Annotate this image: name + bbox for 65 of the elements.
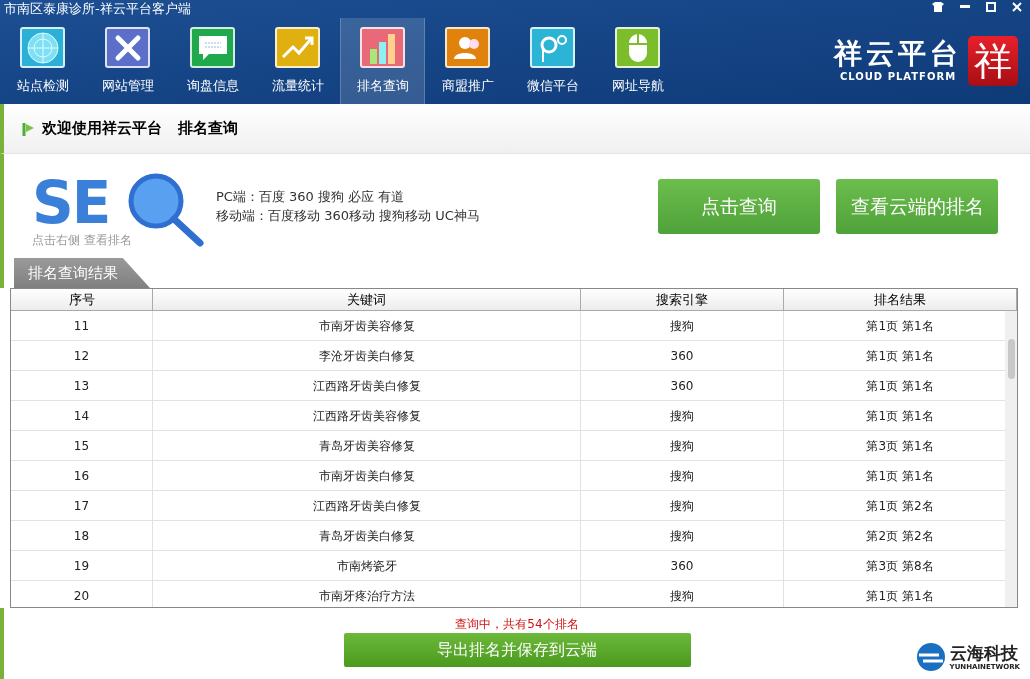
seo-logo: SE (32, 173, 110, 233)
table-cell: 市南牙疼治疗方法 (153, 581, 581, 607)
table-cell: 搜狗 (581, 311, 784, 340)
nav-tab[interactable]: 询盘信息 (170, 18, 255, 104)
table-cell: 14 (11, 401, 153, 430)
column-header[interactable]: 排名结果 (784, 289, 1017, 310)
engine-list-text: PC端：百度 360 搜狗 必应 有道 (216, 188, 406, 206)
table-cell: 市南牙齿美容修复 (153, 311, 581, 340)
nav-tab[interactable]: 网址导航 (595, 18, 680, 104)
column-header[interactable]: 序号 (11, 289, 153, 310)
minimize-icon[interactable] (960, 5, 970, 9)
table-cell: 20 (11, 581, 153, 607)
table-cell: 搜狗 (581, 521, 784, 550)
table-cell: 搜狗 (581, 491, 784, 520)
maximize-icon[interactable] (986, 2, 996, 12)
column-header[interactable]: 搜索引擎 (581, 289, 784, 310)
seo-caption: 点击右侧 查看排名 (32, 232, 132, 249)
globe-logo-icon (914, 641, 947, 673)
column-header[interactable]: 关键词 (153, 289, 581, 310)
table-cell: 15 (11, 431, 153, 460)
nav-tab[interactable]: 商盟推广 (425, 18, 510, 104)
breadcrumb-text: 欢迎使用祥云平台 (42, 118, 162, 140)
window-title: 市南区泰康诊所-祥云平台客户端 (4, 0, 191, 18)
scrollbar[interactable] (1005, 311, 1017, 607)
table-cell: 江西路牙齿美容修复 (153, 401, 581, 430)
flag-icon (22, 121, 36, 136)
table-cell: 江西路牙齿美白修复 (153, 371, 581, 400)
close-icon[interactable] (1012, 2, 1022, 12)
engine-list-text: 移动端：百度移动 360移动 搜狗移动 UC神马 (216, 207, 480, 225)
table-cell: 19 (11, 551, 153, 580)
nav-tab[interactable]: 排名查询 (340, 18, 425, 104)
mouse-icon (626, 31, 649, 64)
table-cell: 李沧牙齿美白修复 (153, 341, 581, 370)
trend-line-icon (280, 34, 315, 61)
table-cell: 市南烤瓷牙 (153, 551, 581, 580)
table-cell: 搜狗 (581, 461, 784, 490)
nav-tab[interactable]: 流量统计 (255, 18, 340, 104)
brand-mark: 祥 (968, 36, 1018, 86)
status-text: 查询中，共有54个排名 (455, 616, 579, 632)
table-cell: 江西路牙齿美白修复 (153, 491, 581, 520)
scrollbar-thumb[interactable] (1008, 339, 1015, 379)
brand-subtitle: CLOUD PLATFORM (839, 69, 957, 84)
table-cell: 12 (11, 341, 153, 370)
table-cell: 青岛牙齿美容修复 (153, 431, 581, 460)
chat-bubble-icon (196, 33, 229, 62)
table-cell: 360 (581, 551, 784, 580)
table-cell: 16 (11, 461, 153, 490)
breadcrumb-text: 排名查询 (178, 118, 238, 140)
table-cell: 360 (581, 341, 784, 370)
table-cell: 搜狗 (581, 581, 784, 607)
table-cell: 青岛牙齿美白修复 (153, 521, 581, 550)
brand-name: 祥云平台 (834, 38, 962, 69)
nav-tab[interactable]: 站点检测 (0, 18, 85, 104)
table-cell: 11 (11, 311, 153, 340)
footer-logo-name: 云海科技 (949, 642, 1019, 663)
table-cell: 市南牙齿美白修复 (153, 461, 581, 490)
table-cell: 13 (11, 371, 153, 400)
nav-tab[interactable]: 微信平台 (510, 18, 595, 104)
table-cell: 搜狗 (581, 401, 784, 430)
table-cell: 17 (11, 491, 153, 520)
table-cell: 搜狗 (581, 431, 784, 460)
table-cell: 360 (581, 371, 784, 400)
shirt-icon[interactable] (932, 2, 944, 12)
nav-tab[interactable]: 网站管理 (85, 18, 170, 104)
table-cell: 18 (11, 521, 153, 550)
